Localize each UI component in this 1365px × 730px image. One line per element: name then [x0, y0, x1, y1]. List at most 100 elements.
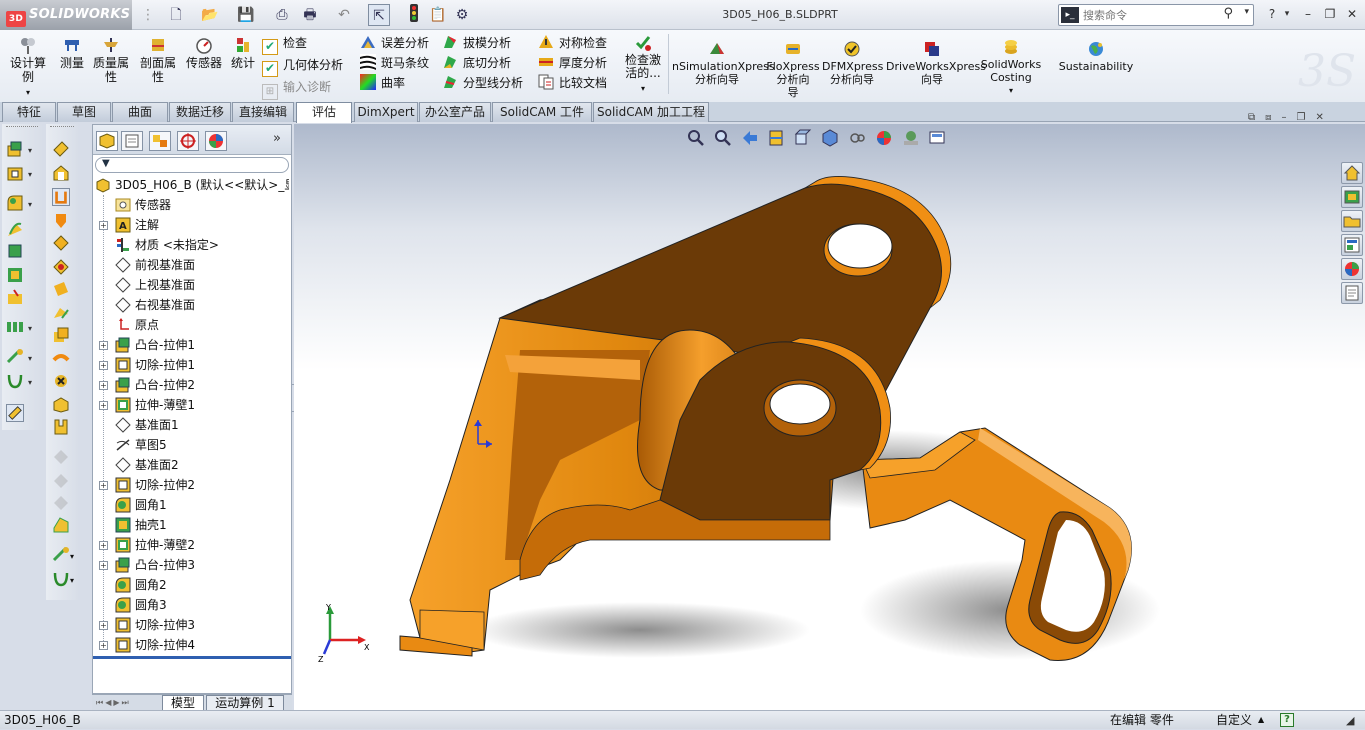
tab-dimxpert[interactable]: DimXpert [354, 102, 418, 122]
tree-filter[interactable]: ▼ [95, 157, 289, 173]
tree-item[interactable]: 基准面1 [93, 415, 291, 435]
help-button[interactable]: ? [1262, 5, 1282, 23]
propertymanager-tab-icon[interactable] [121, 131, 143, 151]
tree-item[interactable]: 抽壳1 [93, 515, 291, 535]
sweep-icon[interactable] [6, 220, 24, 238]
units-menu-arrow-icon[interactable]: ▲ [1258, 711, 1264, 729]
tab-solidcam-stock[interactable]: SolidCAM 工件 [492, 102, 592, 122]
expand-panel-icon[interactable]: » [273, 131, 281, 146]
dfmxpress-button[interactable]: DFMXpress 分析向导 [822, 40, 883, 86]
curves-icon[interactable] [6, 372, 24, 390]
appearances-icon[interactable] [1341, 258, 1363, 280]
tab-surfaces[interactable]: 曲面 [112, 102, 168, 122]
sensor-button[interactable]: 传感器 [184, 36, 224, 70]
display-style-icon[interactable] [820, 128, 840, 148]
rebuild-icon[interactable] [406, 4, 422, 26]
tree-item[interactable]: 材质 <未指定> [93, 235, 291, 255]
tree-item[interactable]: 圆角1 [93, 495, 291, 515]
rebuild-status-icon[interactable]: ◢ [1346, 712, 1360, 727]
intersect-icon[interactable] [52, 280, 70, 298]
driveworksxpress-button[interactable]: DriveWorksXpress 向导 [886, 40, 986, 86]
expand-toggle-icon[interactable]: + [99, 541, 108, 550]
thickness-analysis-button[interactable]: 厚度分析 [538, 53, 622, 73]
tree-item[interactable]: 草图5 [93, 435, 291, 455]
select-icon[interactable]: ⇱ [368, 4, 390, 26]
wrap-icon[interactable] [52, 258, 70, 276]
doc-restore-icon[interactable]: ❐ [1297, 112, 1316, 123]
symmetry-check-button[interactable]: 对称检查 [538, 33, 622, 53]
disabled-tool-icon[interactable] [52, 494, 70, 512]
expand-toggle-icon[interactable]: + [99, 401, 108, 410]
apply-scene-icon[interactable] [901, 128, 921, 148]
revolve-icon[interactable] [52, 140, 70, 158]
featuremanager-tab-icon[interactable] [96, 131, 118, 151]
tab-direct-editing[interactable]: 直接编辑 [232, 102, 294, 122]
doc-window-controls[interactable]: ⧉⧈–❐✕ [1248, 112, 1334, 123]
hole-wizard-icon[interactable] [52, 188, 70, 206]
tree-item[interactable]: + 切除-拉伸1 [93, 355, 291, 375]
shell-tool-icon[interactable] [6, 266, 24, 284]
solidworks-logo[interactable]: 3D SOLIDWORKS [0, 0, 132, 30]
previous-view-icon[interactable] [740, 128, 760, 148]
file-properties-icon[interactable]: 📋 [428, 4, 448, 26]
parting-line-analysis-button[interactable]: 分型线分析 [442, 73, 532, 93]
curvature-button[interactable]: 曲率 [360, 73, 440, 93]
search-box[interactable]: ▸_ ⚲ ▾ [1058, 4, 1254, 26]
zoom-to-area-icon[interactable] [713, 128, 733, 148]
geometry-analysis-button[interactable]: ✔ 几何体分析 [262, 55, 352, 77]
disabled-tool-icon[interactable] [52, 472, 70, 490]
split-icon[interactable] [52, 350, 70, 368]
tree-item[interactable]: 右视基准面 [93, 295, 291, 315]
custom-properties-icon[interactable] [1341, 282, 1363, 304]
displaymanager-tab-icon[interactable] [205, 131, 227, 151]
tab-scroll-arrows-icon[interactable]: ⏮◀▶⏭ [96, 697, 158, 709]
minimize-button[interactable]: – [1298, 5, 1318, 23]
indent-icon[interactable] [52, 516, 70, 534]
dropdown-arrow-icon[interactable]: ▾ [28, 324, 32, 333]
compare-documents-button[interactable]: 比较文档 [538, 73, 622, 93]
tree-item[interactable]: + 拉伸-薄壁1 [93, 395, 291, 415]
solidworks-resources-icon[interactable] [1341, 162, 1363, 184]
disabled-tool-icon[interactable] [52, 448, 70, 466]
expand-toggle-icon[interactable]: + [99, 561, 108, 570]
simulationxpress-button[interactable]: nSimulationXpress 分析向导 [672, 40, 775, 86]
import-diagnostics-button[interactable]: ⊞ 输入诊断 [262, 77, 352, 100]
design-study-button[interactable]: 设计算例 ▾ [8, 36, 48, 100]
delete-body-icon[interactable] [52, 372, 70, 390]
dropdown-arrow-icon[interactable]: ▾ [28, 354, 32, 363]
restore-button[interactable]: ❐ [1320, 5, 1340, 23]
save-icon[interactable]: 💾 [236, 4, 256, 26]
reference-geometry-icon[interactable] [52, 546, 70, 564]
section-properties-button[interactable]: 剖面属性 [138, 36, 178, 84]
scale-icon[interactable] [52, 396, 70, 414]
tab-sketch[interactable]: 草图 [57, 102, 111, 122]
reference-geometry-icon[interactable] [6, 348, 24, 366]
tab-features[interactable]: 特征 [2, 102, 56, 122]
view-palette-icon[interactable] [1341, 234, 1363, 256]
move-face-icon[interactable] [52, 304, 70, 322]
expand-toggle-icon[interactable]: + [99, 341, 108, 350]
extrude-boss-icon[interactable] [6, 140, 24, 158]
rib-icon[interactable] [6, 288, 24, 306]
tab-evaluate[interactable]: 评估 [296, 102, 352, 123]
floxpress-button[interactable]: FloXpress 分析向 导 [764, 40, 822, 99]
tree-item[interactable]: + 拉伸-薄壁2 [93, 535, 291, 555]
file-explorer-icon[interactable] [1341, 210, 1363, 232]
configurationmanager-tab-icon[interactable] [149, 131, 171, 151]
deviation-analysis-button[interactable]: 误差分析 [360, 33, 440, 53]
tree-item[interactable]: + 凸台-拉伸1 [93, 335, 291, 355]
mass-properties-button[interactable]: 质量属性 [90, 36, 132, 84]
status-units[interactable]: 自定义 [1216, 711, 1252, 729]
doc-close-icon[interactable]: ✕ [1315, 112, 1333, 123]
tab-solidcam-machining[interactable]: SolidCAM 加工工程 [593, 102, 709, 122]
zoom-to-fit-icon[interactable] [686, 128, 706, 148]
curves-icon[interactable] [52, 570, 70, 588]
dimxpertmanager-tab-icon[interactable] [177, 131, 199, 151]
expand-toggle-icon[interactable]: + [99, 641, 108, 650]
expand-toggle-icon[interactable]: + [99, 621, 108, 630]
tab-model[interactable]: 模型 [162, 695, 204, 711]
doc-cascade-icon[interactable]: ⧈ [1265, 112, 1281, 123]
rollback-bar[interactable] [93, 656, 291, 659]
tab-data-migration[interactable]: 数据迁移 [169, 102, 231, 122]
tree-item[interactable]: 圆角3 [93, 595, 291, 615]
